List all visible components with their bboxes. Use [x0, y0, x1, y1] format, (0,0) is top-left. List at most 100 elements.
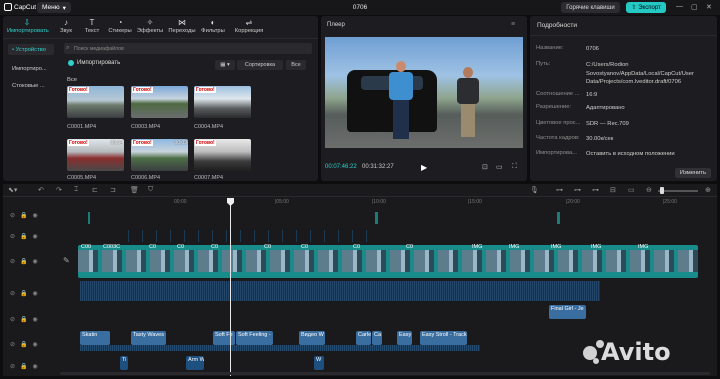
menu-icon[interactable]: ≡ [511, 21, 515, 28]
export-button[interactable]: ⇧ Экспорт [626, 2, 666, 13]
sfx-clip[interactable]: W [314, 356, 324, 370]
link2-icon[interactable]: ⊶ [574, 186, 581, 194]
split-right-icon[interactable]: ⊐ [110, 186, 116, 194]
sidebar-item-imported[interactable]: Импортиро... [8, 63, 54, 74]
eye-off-icon[interactable]: ⊘ [10, 258, 15, 265]
audio-waveform[interactable] [80, 281, 600, 301]
music-clip[interactable]: Ca [372, 331, 382, 345]
media-thumb[interactable]: Готово! 00:34 [67, 139, 124, 171]
media-thumb[interactable]: Готово! [194, 139, 251, 171]
play-icon[interactable]: ▶ [421, 163, 427, 172]
eye-icon[interactable]: ◉ [33, 212, 38, 219]
eye-off-icon[interactable]: ⊘ [10, 316, 15, 323]
sort-button[interactable]: Сортировка [237, 60, 283, 70]
media-thumb[interactable]: Готово! [194, 86, 251, 118]
zoom-out-icon[interactable]: ⊖ [646, 186, 652, 194]
eye-off-icon[interactable]: ⊘ [10, 212, 15, 219]
music-clip[interactable]: Carle [356, 331, 371, 345]
tab-audio[interactable]: ♪ Звук [54, 18, 78, 34]
music-clip[interactable]: Soft Fe [213, 331, 235, 345]
maximize-icon[interactable]: ▢ [691, 3, 698, 11]
media-thumb[interactable]: Готово! [131, 86, 188, 118]
tab-adjust[interactable]: ⇌ Коррекция [228, 18, 270, 34]
zoom-handle[interactable] [660, 187, 664, 194]
playhead[interactable] [230, 198, 231, 376]
tab-text[interactable]: T Текст [80, 18, 104, 34]
music-clip[interactable]: Easy [397, 331, 412, 345]
link-icon[interactable]: ⊶ [556, 186, 563, 194]
audio-icon[interactable]: ◉ [33, 363, 38, 370]
edit-cover-icon[interactable]: ✎ [63, 256, 70, 265]
undo-icon[interactable]: ↶ [38, 186, 44, 194]
timeline-ruler[interactable] [58, 198, 717, 206]
eye-off-icon[interactable]: ⊘ [10, 290, 15, 297]
minimize-icon[interactable]: — [676, 3, 683, 10]
clip-marker[interactable] [557, 212, 560, 224]
audio-icon[interactable]: ◉ [33, 290, 38, 297]
split-icon[interactable]: ⌶ [74, 186, 78, 194]
tab-transitions[interactable]: ⋈ Переходы [166, 18, 198, 34]
preview-icon[interactable]: ▭ [628, 186, 635, 194]
import-button[interactable]: Импортировать [68, 60, 120, 66]
audio-icon[interactable]: ◉ [33, 316, 38, 323]
lock-icon[interactable]: 🔒 [20, 290, 27, 297]
media-search-input[interactable]: Поиск медиафайлов [64, 43, 312, 54]
eye-icon[interactable]: ◉ [33, 258, 38, 265]
clip-strip[interactable] [128, 230, 378, 242]
music-clip[interactable]: Skatin [80, 331, 110, 345]
lock-icon[interactable]: 🔒 [20, 212, 27, 219]
lock-icon[interactable]: 🔒 [20, 258, 27, 265]
music-clip[interactable]: Easy Stroll - TrackTr [420, 331, 467, 345]
media-thumb[interactable]: Готово! 00:09 [131, 139, 188, 171]
lock-icon[interactable]: 🔒 [20, 233, 27, 240]
link3-icon[interactable]: ⊶ [592, 186, 599, 194]
redo-icon[interactable]: ↷ [56, 186, 62, 194]
sidebar-item-stock[interactable]: Стоковые ... [8, 80, 54, 91]
fullscreen-icon[interactable]: ⛶ [512, 163, 517, 171]
tab-import[interactable]: ⇩ Импортировать [7, 18, 49, 34]
zoom-in-icon[interactable]: ⊕ [705, 186, 711, 194]
music-clip[interactable]: Видео W [299, 331, 325, 345]
lock-icon[interactable]: 🔒 [20, 363, 27, 370]
snap-icon[interactable]: ⊟ [610, 186, 616, 194]
tab-filters[interactable]: ◐ Фильтры [199, 18, 227, 34]
ratio-icon[interactable]: ▭ [496, 163, 503, 171]
ready-badge: Готово! [195, 140, 216, 146]
clip-marker[interactable] [375, 212, 378, 224]
tab-stickers[interactable]: ◔ Стикеры [106, 18, 134, 34]
shield-icon[interactable]: ⛉ [148, 186, 153, 194]
track-header: ⊘ 🔒 ◉ [3, 311, 58, 327]
grid-icon: ▦ ▾ [220, 62, 230, 68]
export-icon: ⇧ [631, 5, 637, 11]
lock-icon[interactable]: 🔒 [20, 316, 27, 323]
eye-off-icon[interactable]: ⊘ [10, 233, 15, 240]
split-left-icon[interactable]: ⊏ [92, 186, 98, 194]
music-clip[interactable]: Soft Feeling - [236, 331, 273, 345]
video-preview[interactable] [325, 37, 523, 148]
media-thumb[interactable]: Готово! [67, 86, 124, 118]
music-clip[interactable]: Final Girl - Je [549, 305, 586, 319]
music-waveform [80, 345, 480, 351]
view-toggle-button[interactable]: ▦ ▾ [215, 60, 235, 70]
focus-icon[interactable]: ⊡ [482, 163, 488, 171]
close-icon[interactable]: ✕ [706, 3, 712, 11]
clip-marker[interactable] [88, 212, 90, 224]
select-tool-icon[interactable]: ⬉▾ [8, 186, 17, 194]
sfx-clip[interactable]: Arm W [186, 356, 204, 370]
timeline-scrollbar[interactable] [60, 372, 710, 375]
filter-button[interactable]: Все [286, 60, 306, 70]
music-clip[interactable]: Tasty Waves - [131, 331, 166, 345]
eye-off-icon[interactable]: ⊘ [10, 363, 15, 370]
tab-effects[interactable]: ✧ Эффекты [135, 18, 165, 34]
zoom-slider[interactable] [658, 190, 698, 192]
eye-icon[interactable]: ◉ [33, 233, 38, 240]
delete-icon[interactable]: 🗑 [130, 186, 139, 194]
eye-off-icon[interactable]: ⊘ [10, 341, 15, 348]
sfx-clip[interactable]: Ti [120, 356, 128, 370]
mic-icon[interactable]: 🎙 [530, 186, 539, 194]
change-button[interactable]: Изменить [675, 168, 711, 178]
audio-icon[interactable]: ◉ [33, 341, 38, 348]
hotkeys-button[interactable]: Горячие клавиши [561, 2, 620, 13]
sidebar-item-device[interactable]: • Устройство [8, 44, 54, 55]
lock-icon[interactable]: 🔒 [20, 341, 27, 348]
